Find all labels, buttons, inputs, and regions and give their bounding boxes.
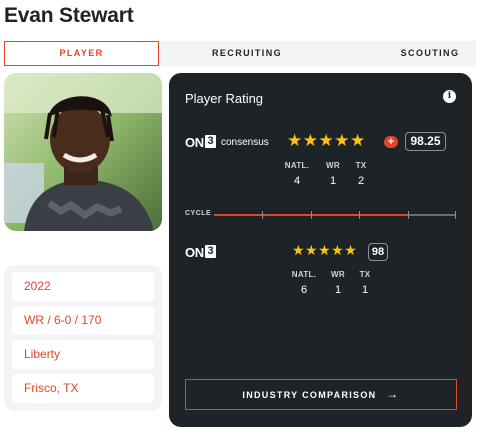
player-rating-panel: Player Rating i ON 3 consensus ★★★★★ + 98…	[169, 73, 472, 427]
cycle-tick	[455, 211, 456, 219]
tab-recruiting[interactable]: RECRUITING	[184, 41, 310, 66]
industry-comparison-button[interactable]: INDUSTRY COMPARISON →	[185, 379, 457, 410]
industry-comparison-label: INDUSTRY COMPARISON	[242, 390, 377, 400]
on3-stars: ★★★★★	[292, 242, 358, 258]
cycle-tick	[262, 211, 263, 219]
cycle-tick	[311, 211, 312, 219]
on3-logo: ON 3	[185, 135, 216, 150]
cycle-tick	[408, 211, 409, 219]
class-year[interactable]: 2022	[12, 272, 154, 301]
position-size[interactable]: WR / 6-0 / 170	[12, 306, 154, 335]
cycle-tick	[359, 211, 360, 219]
info-icon[interactable]: i	[443, 90, 456, 103]
consensus-rank-position: WR 1	[326, 161, 340, 187]
on3-rank-natl: NATL. 6	[291, 270, 317, 296]
on3-score: 98	[368, 243, 388, 261]
consensus-rank-natl: NATL. 4	[284, 161, 310, 187]
cycle-track	[214, 211, 456, 219]
player-photo-image	[4, 73, 162, 231]
on3-rank-state: TX 1	[359, 270, 371, 296]
panel-title: Player Rating	[185, 91, 264, 106]
consensus-rank-state: TX 2	[355, 161, 367, 187]
consensus-score: 98.25	[405, 132, 446, 151]
player-name: Evan Stewart	[4, 4, 134, 27]
on3-rank-position: WR 1	[331, 270, 345, 296]
on3-rating-logo: ON 3	[185, 245, 216, 260]
consensus-stars: ★★★★★	[287, 131, 366, 150]
player-tabs: PLAYER RECRUITING SCOUTING	[4, 41, 476, 66]
cycle-label: CYCLE	[185, 210, 212, 217]
player-photo	[4, 73, 162, 231]
high-school[interactable]: Liberty	[12, 340, 154, 369]
hometown[interactable]: Frisco, TX	[12, 374, 154, 403]
player-info-card: 2022 WR / 6-0 / 170 Liberty Frisco, TX	[4, 265, 162, 411]
tab-player[interactable]: PLAYER	[4, 41, 159, 66]
arrow-right-icon: →	[386, 387, 400, 401]
consensus-label: consensus	[221, 137, 269, 148]
tab-scouting[interactable]: SCOUTING	[384, 41, 476, 66]
plus-badge: +	[384, 136, 398, 148]
